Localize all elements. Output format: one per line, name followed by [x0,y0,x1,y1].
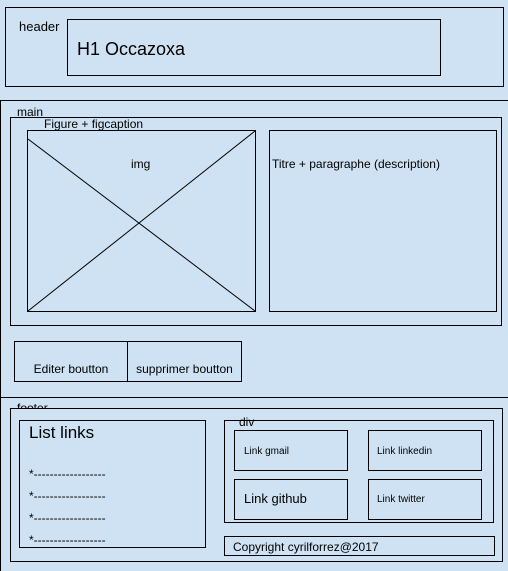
link-gmail-label: Link gmail [244,446,290,457]
list-item[interactable]: *------------------ [29,467,106,481]
img-label: img [131,157,151,171]
list-links-box: List links *------------------ *--------… [19,420,206,548]
description-label: Titre + paragraphe (description) [272,157,440,171]
list-item[interactable]: *------------------ [29,511,106,525]
delete-button[interactable]: supprimer boutton [127,341,242,382]
image-placeholder: img [27,130,256,312]
link-linkedin-label: Link linkedin [377,446,433,457]
description-box: Titre + paragraphe (description) [269,130,497,312]
div-label: div [239,415,255,429]
link-twitter-label: Link twitter [377,494,425,505]
h1-box: H1 Occazoxa [67,19,441,76]
list-item[interactable]: *------------------ [29,489,106,503]
list-title: List links [29,423,95,442]
link-twitter[interactable]: Link twitter [368,479,482,520]
h1-title: H1 Occazoxa [77,39,186,59]
link-gmail[interactable]: Link gmail [234,430,348,471]
header-label: header [19,19,60,34]
copyright-text: Copyright cyrilforrez@2017 [233,540,379,554]
link-github-label: Link github [244,491,307,506]
copyright-box: Copyright cyrilforrez@2017 [224,536,495,556]
list-item[interactable]: *------------------ [29,533,106,547]
link-linkedin[interactable]: Link linkedin [368,430,482,471]
edit-button[interactable]: Editer boutton [14,341,128,382]
figure-label: Figure + figcaption [44,117,144,131]
link-github[interactable]: Link github [234,479,348,520]
